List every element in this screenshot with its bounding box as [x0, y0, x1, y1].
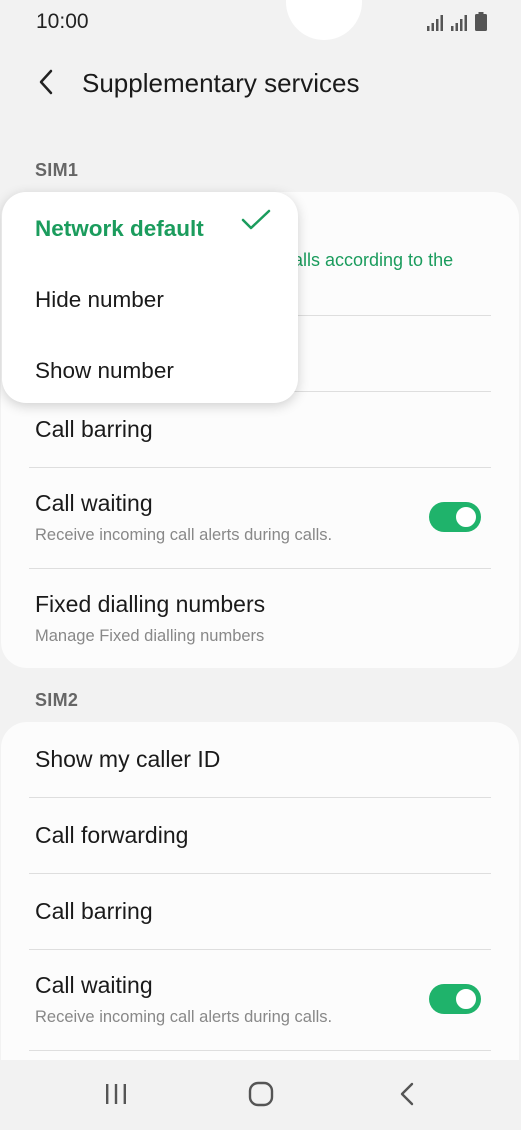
- chevron-left-icon: [39, 69, 53, 95]
- row-subtitle: Receive incoming call alerts during call…: [35, 1008, 333, 1026]
- popup-option-network-default[interactable]: Network default: [35, 216, 204, 242]
- sim2-call-forwarding-row[interactable]: Call forwarding: [29, 798, 491, 874]
- caller-id-summary: alls according to the: [293, 250, 454, 270]
- battery-icon: [475, 12, 487, 31]
- nav-back-button[interactable]: [382, 1074, 432, 1114]
- system-nav-bar: [0, 1060, 521, 1130]
- sim2-show-caller-id-row[interactable]: Show my caller ID: [29, 722, 491, 798]
- sim2-call-barring-row[interactable]: Call barring: [29, 874, 491, 950]
- home-button[interactable]: [236, 1074, 286, 1114]
- row-subtitle: Receive incoming call alerts during call…: [35, 526, 333, 544]
- popup-option-show-number[interactable]: Show number: [35, 358, 174, 384]
- signal-icon: [451, 15, 467, 31]
- section-label-sim1: SIM1: [35, 160, 79, 180]
- check-icon: [241, 209, 271, 230]
- status-bar: 10:00: [0, 0, 521, 44]
- recent-apps-button[interactable]: [91, 1074, 141, 1114]
- call-waiting-toggle[interactable]: [429, 984, 481, 1014]
- row-title: Call waiting: [35, 490, 153, 516]
- toggle-knob: [454, 505, 478, 529]
- caller-id-popup-menu: Network default Hide number Show number: [2, 192, 298, 403]
- popup-option-hide-number[interactable]: Hide number: [35, 287, 164, 313]
- page-title: Supplementary services: [82, 68, 360, 98]
- call-waiting-toggle[interactable]: [429, 502, 481, 532]
- sim2-call-waiting-row[interactable]: Call waiting Receive incoming call alert…: [29, 950, 491, 1051]
- home-icon: [248, 1081, 274, 1107]
- sim1-call-barring-row[interactable]: Call barring: [29, 392, 491, 468]
- row-title: Call waiting: [35, 972, 153, 998]
- section-label-sim2: SIM2: [35, 690, 79, 710]
- back-button[interactable]: [28, 64, 64, 100]
- row-title: Call forwarding: [35, 822, 189, 848]
- row-title: Show my caller ID: [35, 746, 221, 772]
- app-header: Supplementary services: [0, 56, 521, 112]
- back-icon: [400, 1082, 414, 1106]
- row-title: Call barring: [35, 898, 153, 924]
- sim1-call-waiting-row[interactable]: Call waiting Receive incoming call alert…: [29, 468, 491, 569]
- camera-notch: [286, 0, 362, 40]
- status-icons: [427, 12, 487, 31]
- sim2-card: Show my caller ID Call forwarding Call b…: [1, 722, 519, 1060]
- row-title: Call barring: [35, 416, 153, 442]
- row-subtitle: Manage Fixed dialling numbers: [35, 627, 265, 645]
- row-title: Fixed dialling numbers: [35, 591, 266, 617]
- sim1-fixed-dialling-row[interactable]: Fixed dialling numbers Manage Fixed dial…: [29, 569, 491, 668]
- status-time: 10:00: [36, 10, 89, 33]
- toggle-knob: [454, 987, 478, 1011]
- signal-icon: [427, 15, 443, 31]
- recent-apps-icon: [106, 1084, 126, 1104]
